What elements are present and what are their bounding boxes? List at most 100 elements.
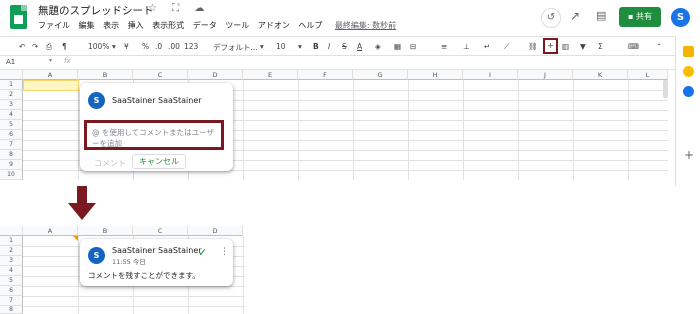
bold-button[interactable]: B [313,42,319,51]
more-formats-button[interactable]: 123 [184,42,198,51]
column-header[interactable]: I [463,70,518,80]
row-header[interactable]: 10 [0,170,23,180]
align-left-icon[interactable]: ≡ [441,42,447,51]
keep-icon[interactable] [683,46,694,57]
grid-line [78,236,79,314]
row-header[interactable]: 1 [0,80,23,90]
column-header[interactable]: J [518,70,573,80]
select-all-corner[interactable] [0,226,23,236]
strikethrough-button[interactable]: S [342,42,347,51]
column-header[interactable]: D [188,226,243,236]
print-icon[interactable]: ⎙ [46,42,52,52]
column-header[interactable]: K [573,70,628,80]
currency-button[interactable]: ¥ [124,42,129,51]
row-header[interactable]: 4 [0,110,23,120]
menu-help[interactable]: ヘルプ [298,21,322,30]
italic-button[interactable]: I [328,42,330,51]
menu-insert[interactable]: 挿入 [128,21,144,30]
row-header[interactable]: 9 [0,160,23,170]
redo-icon[interactable]: ↷ [32,42,38,51]
menu-format[interactable]: 表示形式 [152,21,184,30]
menu-edit[interactable]: 編集 [79,21,95,30]
column-header[interactable]: D [188,70,243,80]
arrow-down-icon [68,186,96,220]
column-header[interactable]: B [78,226,133,236]
comments-icon[interactable]: ▤ [596,9,606,22]
menu-file[interactable]: ファイル [38,21,70,30]
column-header[interactable]: B [78,70,133,80]
last-edit-link[interactable]: 最終編集: 数秒前 [335,21,396,30]
increase-decimal-button[interactable]: .00 [168,42,180,51]
collapse-icon[interactable]: ⌃ [656,42,662,51]
name-box[interactable]: A1 [6,58,15,66]
decrease-decimal-button[interactable]: .0 [155,42,162,51]
font-size-select[interactable]: 10 [276,42,286,51]
text-color-button[interactable]: A [357,42,362,51]
row-header[interactable]: 3 [0,100,23,110]
valign-icon[interactable]: ⊥ [463,42,470,51]
comment-input[interactable]: @ を使用してコメントまたはユーザ ーを追加 [84,120,224,150]
column-header[interactable]: L [628,70,668,80]
row-header[interactable]: 1 [0,236,23,246]
vertical-scrollbar[interactable] [663,80,668,98]
sheets-logo-icon[interactable] [10,5,27,29]
calendar-icon[interactable] [683,86,694,97]
link-icon[interactable]: ⛓ [528,42,538,51]
percent-button[interactable]: % [142,42,149,51]
row-header[interactable]: 7 [0,140,23,150]
selected-cell-a1[interactable] [23,80,79,91]
comment-add-icon: + [547,41,554,50]
row-header[interactable]: 2 [0,90,23,100]
row-header[interactable]: 3 [0,256,23,266]
menu-addons[interactable]: アドオン [258,21,290,30]
column-header[interactable]: H [408,70,463,80]
column-header[interactable]: A [23,226,78,236]
zoom-select[interactable]: 100% [88,42,109,51]
submit-comment-button[interactable]: コメント [88,157,132,170]
row-header[interactable]: 7 [0,296,23,306]
account-avatar[interactable]: S [671,8,690,27]
row-header[interactable]: 6 [0,286,23,296]
share-button[interactable]: ▪ 共有 [619,7,661,27]
paint-format-icon[interactable]: ¶ [62,42,67,51]
more-options-icon[interactable]: ⋮ [220,247,229,257]
row-header[interactable]: 5 [0,276,23,286]
wrap-icon[interactable]: ↵ [484,42,490,51]
add-addon-icon[interactable]: + [684,148,694,162]
input-tools-icon[interactable]: ⌨ [628,42,639,51]
sigma-button[interactable]: Σ [598,42,603,51]
menu-tools[interactable]: ツール [225,21,249,30]
insert-comment-button[interactable]: + [543,38,558,54]
row-header[interactable]: 4 [0,266,23,276]
row-header[interactable]: 6 [0,130,23,140]
document-title[interactable]: 無題のスプレッドシート [38,3,154,18]
menu-view[interactable]: 表示 [103,21,119,30]
comment-indicator-icon[interactable] [73,236,78,241]
column-header[interactable]: G [353,70,408,80]
fill-color-icon[interactable]: ◈ [375,42,381,51]
filter-icon[interactable]: ▼ [580,42,586,51]
menu-data[interactable]: データ [193,21,217,30]
borders-icon[interactable]: ▦ [394,42,401,51]
column-header[interactable]: C [133,226,188,236]
column-header[interactable]: A [23,70,78,80]
column-header[interactable]: F [298,70,353,80]
column-header[interactable]: C [133,70,188,80]
undo-icon[interactable]: ↶ [19,42,25,51]
history-icon[interactable]: ↺ [541,8,561,28]
font-select[interactable]: デフォルト... [213,42,258,53]
row-header[interactable]: 5 [0,120,23,130]
row-header[interactable]: 8 [0,306,23,314]
row-header[interactable]: 8 [0,150,23,160]
cancel-button[interactable]: キャンセル [132,154,186,169]
resolve-check-icon[interactable]: ✓ [198,246,207,259]
merge-cells-icon[interactable]: ⊟ [410,42,416,51]
trending-icon[interactable]: ↗ [570,9,580,23]
chart-icon[interactable]: ▥ [562,42,569,51]
rotate-icon[interactable]: ⟋ [504,42,509,52]
tasks-icon[interactable] [683,66,694,77]
title-icons[interactable]: ☆ ⛶ ☁ [148,3,210,14]
row-header[interactable]: 2 [0,246,23,256]
column-header[interactable]: E [243,70,298,80]
select-all-corner[interactable] [0,70,23,80]
